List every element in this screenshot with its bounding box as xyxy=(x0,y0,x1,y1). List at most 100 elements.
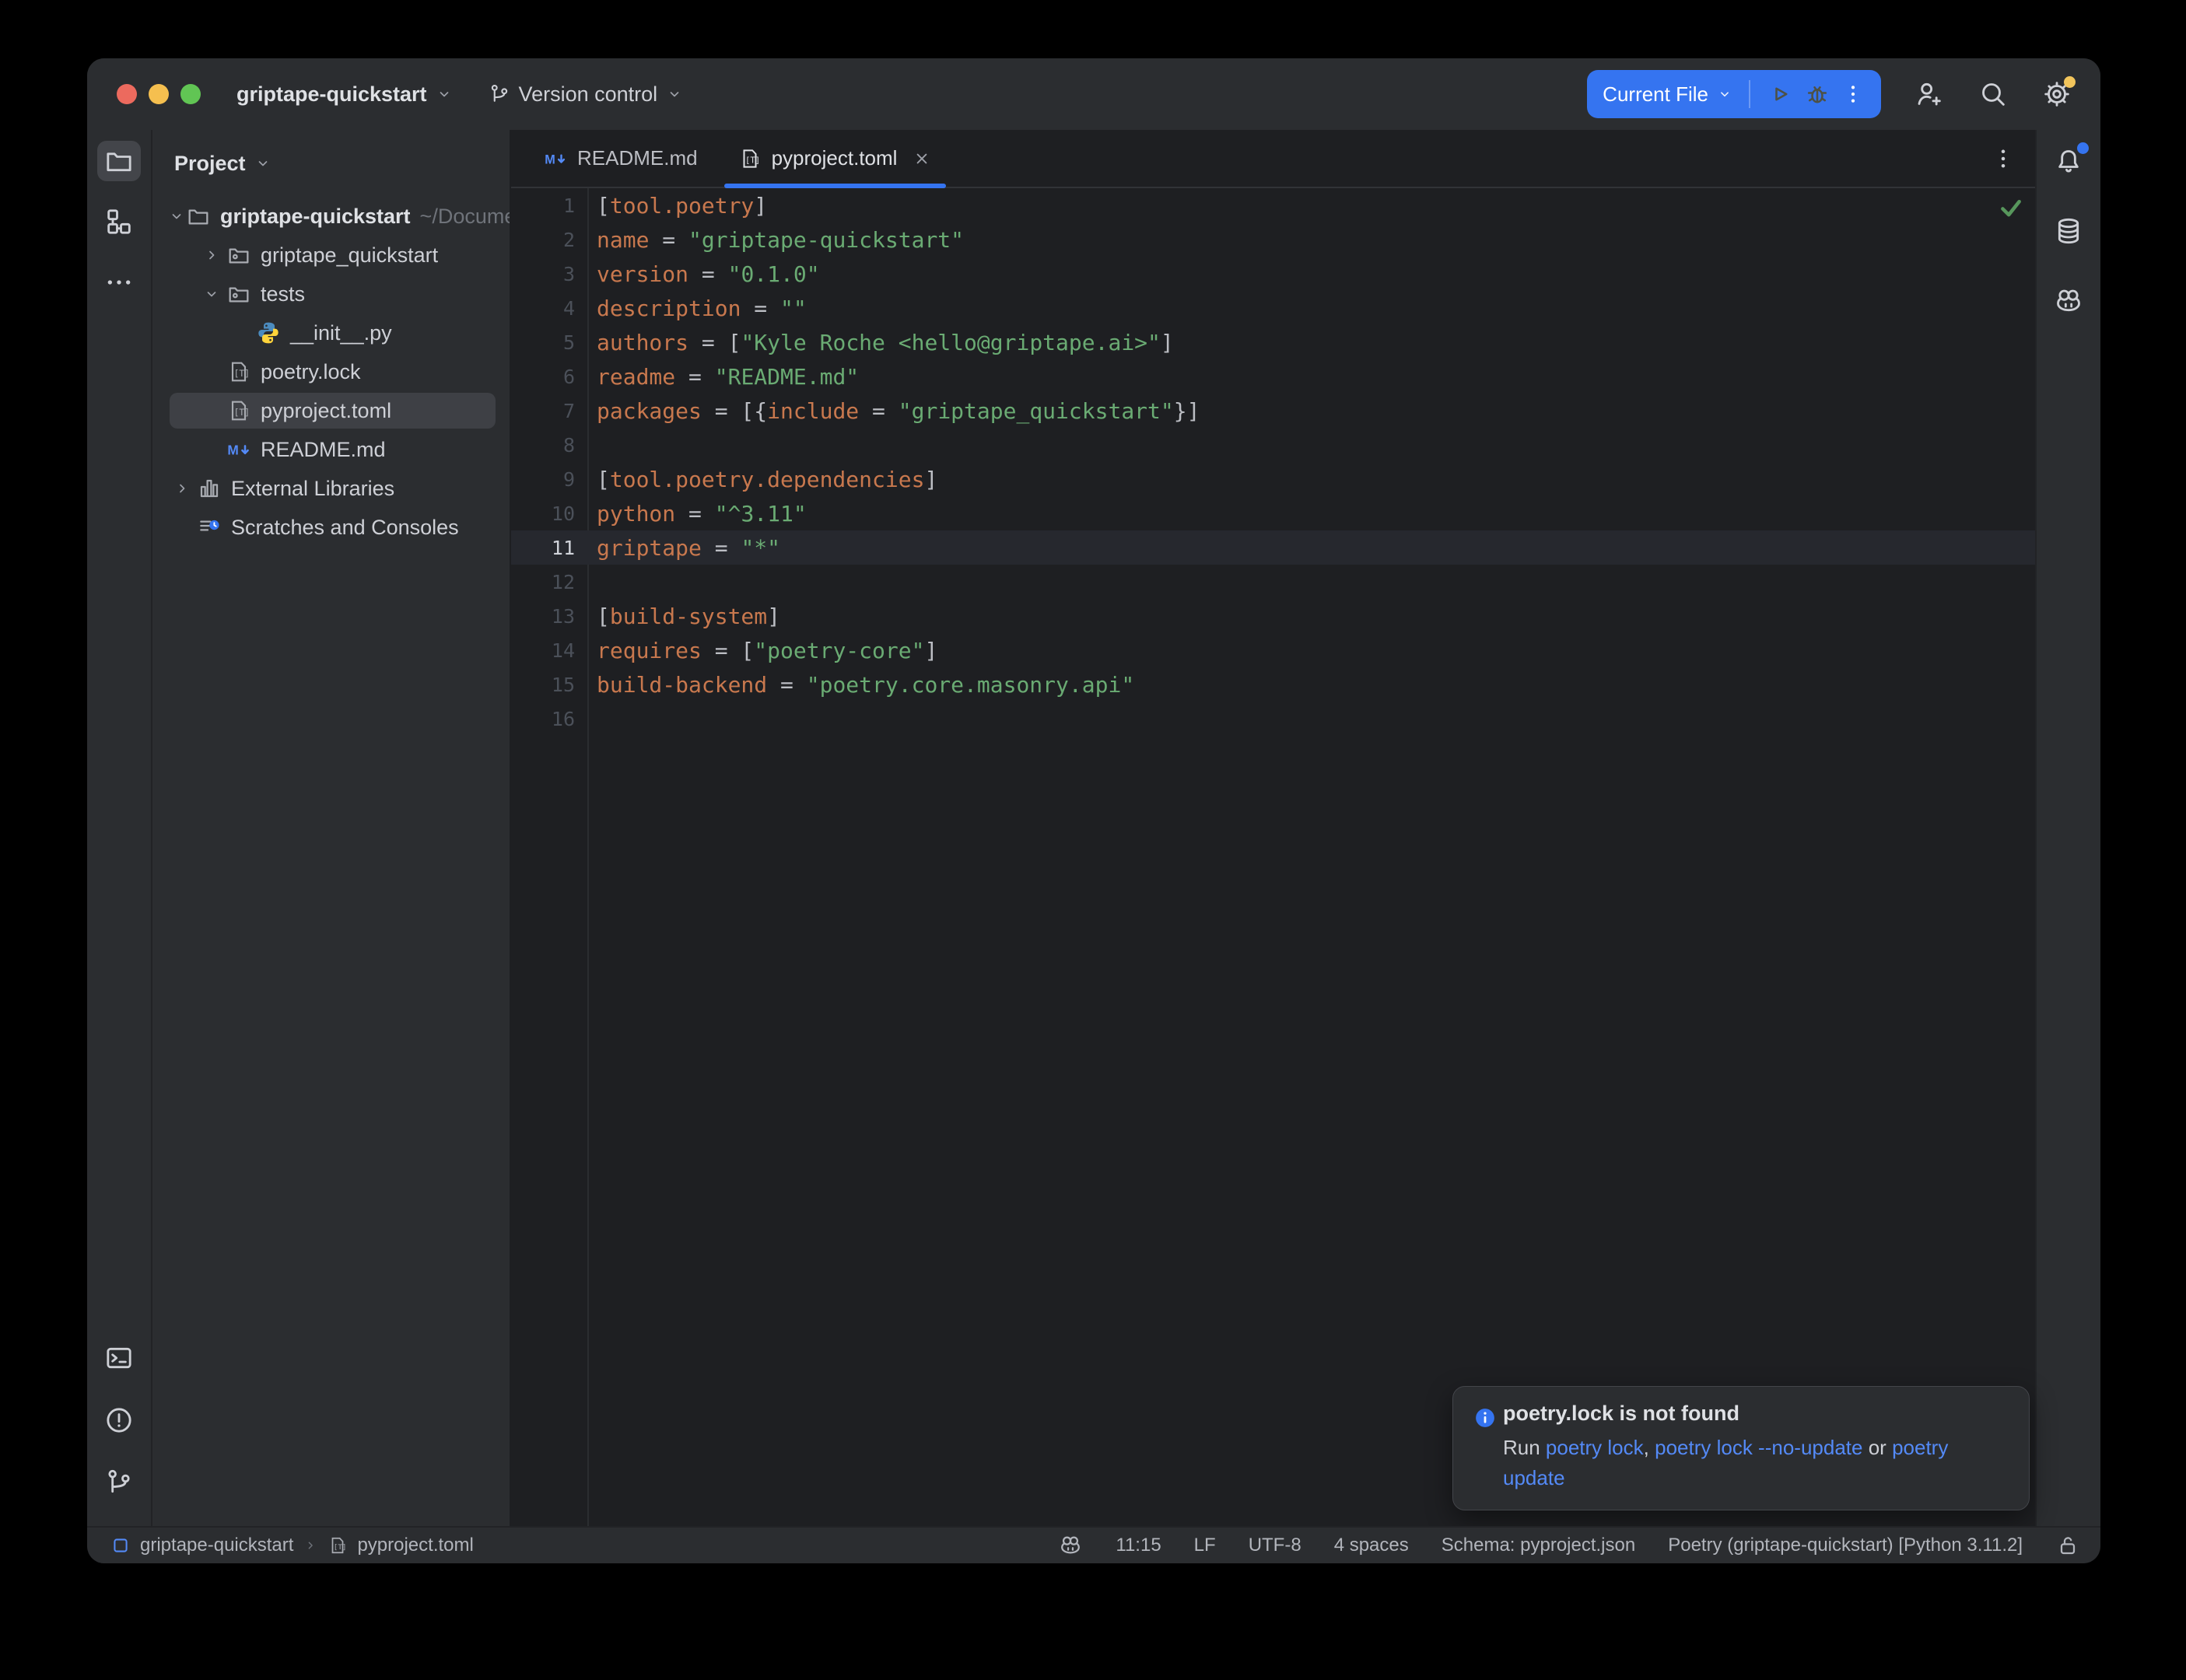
tool-button-structure[interactable] xyxy=(97,201,141,242)
line-number[interactable]: 10 xyxy=(511,502,587,525)
project-panel-header[interactable]: Project xyxy=(152,130,510,197)
line-number[interactable]: 8 xyxy=(511,434,587,457)
code-text[interactable]: [build-system] xyxy=(587,604,780,629)
status-widget-poetry-griptape-quickstart-python-3-11-2[interactable]: Poetry (griptape-quickstart) [Python 3.1… xyxy=(1668,1535,2023,1556)
breadcrumb: griptape-quickstart[T]pyproject.toml xyxy=(87,1535,474,1556)
line-number[interactable]: 13 xyxy=(511,605,587,628)
notification-text: , xyxy=(1644,1436,1655,1459)
vcs-widget[interactable]: Version control xyxy=(488,82,685,107)
run-configuration-selector[interactable]: Current File xyxy=(1603,82,1733,107)
status-widget-4-spaces[interactable]: 4 spaces xyxy=(1334,1535,1409,1556)
tree-item-griptape-quickstart[interactable]: griptape_quickstart xyxy=(152,236,510,275)
code-text[interactable]: griptape = "*" xyxy=(587,535,780,561)
code-text[interactable]: build-backend = "poetry.core.masonry.api… xyxy=(587,672,1134,698)
line-number[interactable]: 6 xyxy=(511,366,587,388)
line-number[interactable]: 14 xyxy=(511,639,587,662)
code-line: 14requires = ["poetry-core"] xyxy=(511,633,2035,667)
code-editor[interactable]: 1[tool.poetry]2name = "griptape-quicksta… xyxy=(511,188,2035,1528)
search-icon[interactable] xyxy=(1978,79,2009,110)
tree-item-readme-md[interactable]: MREADME.md xyxy=(152,430,510,469)
code-text[interactable]: description = "" xyxy=(587,296,807,321)
notification-action-link[interactable]: poetry lock xyxy=(1546,1436,1644,1459)
code-text[interactable]: python = "^3.11" xyxy=(587,501,807,527)
status-widget-schema-pyproject-json[interactable]: Schema: pyproject.json xyxy=(1442,1535,1635,1556)
project-tree: griptape-quickstart~/Documegriptape_quic… xyxy=(152,197,510,547)
status-bar-widgets: 11:15 LF UTF-8 4 spaces Schema: pyproject.js… xyxy=(1058,1533,2100,1558)
chevron-right-icon[interactable] xyxy=(167,469,197,508)
tree-item-init-py[interactable]: __init__.py xyxy=(152,313,510,352)
code-text[interactable]: [tool.poetry.dependencies] xyxy=(587,467,937,492)
close-tab-icon[interactable] xyxy=(912,149,932,169)
chevron-down-icon[interactable] xyxy=(167,197,186,236)
line-number[interactable]: 2 xyxy=(511,229,587,251)
copilot-icon[interactable] xyxy=(1058,1533,1083,1558)
code-token: [ xyxy=(597,604,610,629)
line-number[interactable]: 1 xyxy=(511,194,587,217)
tab-options-icon[interactable] xyxy=(1990,145,2016,172)
tree-item-poetry-lock[interactable]: [T]poetry.lock xyxy=(152,352,510,391)
chevron-spacer xyxy=(226,313,256,352)
status-widget-utf-8[interactable]: UTF-8 xyxy=(1249,1535,1301,1556)
tool-button-ai-assistant[interactable] xyxy=(2047,281,2090,321)
code-line: 3version = "0.1.0" xyxy=(511,257,2035,291)
code-text[interactable]: packages = [{include = "griptape_quickst… xyxy=(587,398,1200,424)
tab-pyproject-toml[interactable]: [T]pyproject.toml xyxy=(718,130,953,187)
code-token: tool.poetry.dependencies xyxy=(610,467,925,492)
tool-button-notifications[interactable] xyxy=(2047,141,2090,181)
tree-item-tests[interactable]: tests xyxy=(152,275,510,313)
tool-button-database[interactable] xyxy=(2047,211,2090,251)
tab-readme-md[interactable]: MREADME.md xyxy=(524,130,718,187)
breadcrumb-item[interactable]: pyproject.toml xyxy=(357,1535,473,1556)
run-widget: Current File xyxy=(1587,70,1881,118)
tool-button-version-control[interactable] xyxy=(97,1462,141,1503)
tree-item-scratches-and-consoles[interactable]: Scratches and Consoles xyxy=(152,508,510,547)
notification-action-link[interactable]: poetry lock --no-update xyxy=(1655,1436,1862,1459)
close-window-button[interactable] xyxy=(117,84,137,104)
code-text[interactable]: version = "0.1.0" xyxy=(587,261,820,287)
vcs-label: Version control xyxy=(519,82,658,107)
line-number[interactable]: 3 xyxy=(511,263,587,285)
inspections-ok-icon[interactable] xyxy=(1998,194,2024,221)
zoom-window-button[interactable] xyxy=(180,84,201,104)
code-text[interactable]: [tool.poetry] xyxy=(587,193,767,219)
add-user-icon[interactable] xyxy=(1914,79,1945,110)
run-icon[interactable] xyxy=(1766,80,1794,108)
code-text[interactable]: readme = "README.md" xyxy=(587,364,859,390)
titlebar: griptape-quickstart Version control Curr… xyxy=(87,58,2100,130)
settings-gear-icon[interactable] xyxy=(2041,79,2072,110)
tree-item-pyproject-toml[interactable]: [T]pyproject.toml xyxy=(152,391,510,430)
line-number[interactable]: 4 xyxy=(511,297,587,320)
tool-button-project[interactable] xyxy=(97,141,141,181)
line-number[interactable]: 12 xyxy=(511,571,587,593)
write-access-icon[interactable] xyxy=(2055,1533,2080,1558)
line-number[interactable]: 9 xyxy=(511,468,587,491)
code-token: = [{ xyxy=(702,398,767,424)
tool-button-problems[interactable] xyxy=(97,1400,141,1440)
code-text[interactable]: name = "griptape-quickstart" xyxy=(587,227,964,253)
code-text[interactable]: authors = ["Kyle Roche <hello@griptape.a… xyxy=(587,330,1174,355)
code-token: authors xyxy=(597,330,688,355)
minimize-window-button[interactable] xyxy=(149,84,169,104)
line-number[interactable]: 11 xyxy=(511,537,587,559)
status-widget-11-15[interactable]: 11:15 xyxy=(1116,1535,1161,1556)
tree-item-griptape-quickstart[interactable]: griptape-quickstart~/Docume xyxy=(152,197,510,236)
project-panel-title: Project xyxy=(174,152,246,176)
code-token: "README.md" xyxy=(715,364,859,390)
tool-button-more-tool-windows[interactable] xyxy=(97,262,141,303)
breadcrumb-item[interactable]: griptape-quickstart xyxy=(140,1535,293,1556)
more-run-options-icon[interactable] xyxy=(1841,82,1865,107)
tool-button-terminal[interactable] xyxy=(97,1338,141,1378)
tree-item-external-libraries[interactable]: External Libraries xyxy=(152,469,510,508)
line-number[interactable]: 5 xyxy=(511,331,587,354)
status-widget-lf[interactable]: LF xyxy=(1194,1535,1216,1556)
project-switcher[interactable]: griptape-quickstart xyxy=(236,82,454,107)
line-number[interactable]: 7 xyxy=(511,400,587,422)
chevron-down-icon[interactable] xyxy=(197,275,226,313)
line-number[interactable]: 16 xyxy=(511,708,587,730)
module-icon xyxy=(110,1535,131,1556)
svg-text:M: M xyxy=(227,443,238,458)
chevron-right-icon[interactable] xyxy=(197,236,226,275)
code-text[interactable]: requires = ["poetry-core"] xyxy=(587,638,937,663)
debug-icon[interactable] xyxy=(1803,80,1831,108)
line-number[interactable]: 15 xyxy=(511,674,587,696)
